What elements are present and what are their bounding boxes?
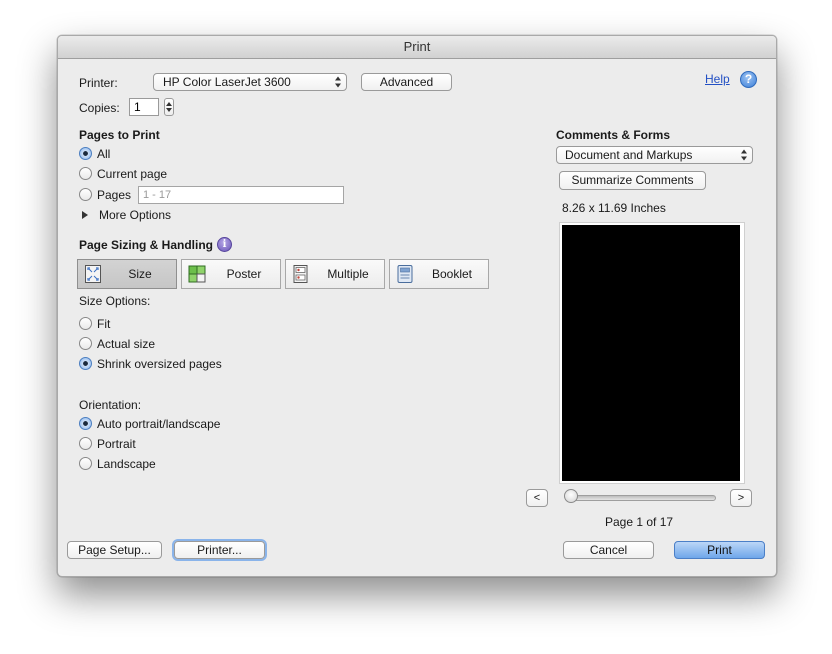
radio-pages-range-label[interactable]: Pages bbox=[97, 188, 131, 202]
page-setup-button[interactable]: Page Setup... bbox=[67, 541, 162, 559]
size-options-label: Size Options: bbox=[79, 294, 151, 308]
more-options-toggle[interactable]: More Options bbox=[99, 208, 171, 222]
printer-dialog-button[interactable]: Printer... bbox=[174, 541, 265, 559]
multiple-mode-button[interactable]: Multiple bbox=[285, 259, 385, 289]
multiple-mode-label: Multiple bbox=[327, 267, 369, 281]
page-slider-thumb[interactable] bbox=[564, 489, 578, 503]
radio-landscape[interactable] bbox=[79, 457, 92, 470]
radio-fit-label[interactable]: Fit bbox=[97, 317, 110, 331]
printer-select[interactable]: HP Color LaserJet 3600 bbox=[153, 73, 347, 91]
previous-page-button[interactable]: < bbox=[526, 489, 548, 507]
help-link[interactable]: Help bbox=[705, 72, 730, 86]
help-icon[interactable]: ? bbox=[740, 71, 757, 88]
multiple-icon bbox=[293, 265, 308, 283]
comments-forms-select-value: Document and Markups bbox=[565, 148, 693, 162]
cancel-button[interactable]: Cancel bbox=[563, 541, 654, 559]
poster-mode-button[interactable]: Poster bbox=[181, 259, 281, 289]
page-slider-track[interactable] bbox=[568, 495, 716, 501]
pages-range-input[interactable]: 1 - 17 bbox=[138, 186, 344, 204]
size-icon bbox=[85, 265, 101, 283]
updown-arrows-icon bbox=[335, 76, 342, 88]
radio-landscape-label[interactable]: Landscape bbox=[97, 457, 156, 471]
disclosure-triangle-icon[interactable] bbox=[82, 211, 88, 219]
advanced-button[interactable]: Advanced bbox=[361, 73, 452, 91]
booklet-icon bbox=[397, 265, 413, 283]
updown-arrows-icon bbox=[741, 149, 748, 161]
radio-actual-size-label[interactable]: Actual size bbox=[97, 337, 155, 351]
page-indicator: Page 1 of 17 bbox=[605, 515, 674, 529]
poster-icon bbox=[188, 265, 206, 283]
window-title: Print bbox=[58, 36, 776, 59]
radio-pages-all-label[interactable]: All bbox=[97, 147, 110, 161]
page-preview bbox=[559, 222, 745, 484]
radio-actual-size[interactable] bbox=[79, 337, 92, 350]
printer-select-value: HP Color LaserJet 3600 bbox=[163, 75, 291, 89]
next-page-button[interactable]: > bbox=[730, 489, 752, 507]
paper-size-label: 8.26 x 11.69 Inches bbox=[562, 201, 666, 215]
radio-auto-orientation[interactable] bbox=[79, 417, 92, 430]
booklet-mode-label: Booklet bbox=[431, 267, 473, 281]
size-mode-button[interactable]: Size bbox=[77, 259, 177, 289]
booklet-mode-button[interactable]: Booklet bbox=[389, 259, 489, 289]
summarize-comments-button[interactable]: Summarize Comments bbox=[559, 171, 706, 190]
print-dialog: Print Printer: HP Color LaserJet 3600 Ad… bbox=[57, 35, 777, 577]
page-sizing-heading: Page Sizing & Handling bbox=[79, 238, 214, 252]
page-preview-content bbox=[562, 225, 740, 481]
radio-current-page-label[interactable]: Current page bbox=[97, 167, 167, 181]
orientation-label: Orientation: bbox=[79, 398, 142, 412]
copies-stepper[interactable] bbox=[164, 98, 174, 116]
print-button[interactable]: Print bbox=[674, 541, 765, 559]
poster-mode-label: Poster bbox=[226, 267, 262, 281]
info-icon[interactable]: i bbox=[217, 237, 232, 252]
copies-input[interactable] bbox=[129, 98, 159, 116]
pages-to-print-heading: Pages to Print bbox=[79, 128, 160, 142]
comments-forms-select[interactable]: Document and Markups bbox=[556, 146, 753, 164]
radio-shrink-oversized-label[interactable]: Shrink oversized pages bbox=[97, 357, 222, 371]
printer-label: Printer: bbox=[79, 76, 118, 90]
radio-portrait-label[interactable]: Portrait bbox=[97, 437, 136, 451]
comments-forms-heading: Comments & Forms bbox=[556, 128, 671, 142]
radio-fit[interactable] bbox=[79, 317, 92, 330]
radio-auto-orientation-label[interactable]: Auto portrait/landscape bbox=[97, 417, 220, 431]
radio-portrait[interactable] bbox=[79, 437, 92, 450]
radio-shrink-oversized[interactable] bbox=[79, 357, 92, 370]
radio-current-page[interactable] bbox=[79, 167, 92, 180]
size-mode-label: Size bbox=[128, 267, 152, 281]
stepper-arrows-icon bbox=[165, 102, 173, 112]
copies-label: Copies: bbox=[79, 101, 120, 115]
radio-pages-all[interactable] bbox=[79, 147, 92, 160]
radio-pages-range[interactable] bbox=[79, 188, 92, 201]
